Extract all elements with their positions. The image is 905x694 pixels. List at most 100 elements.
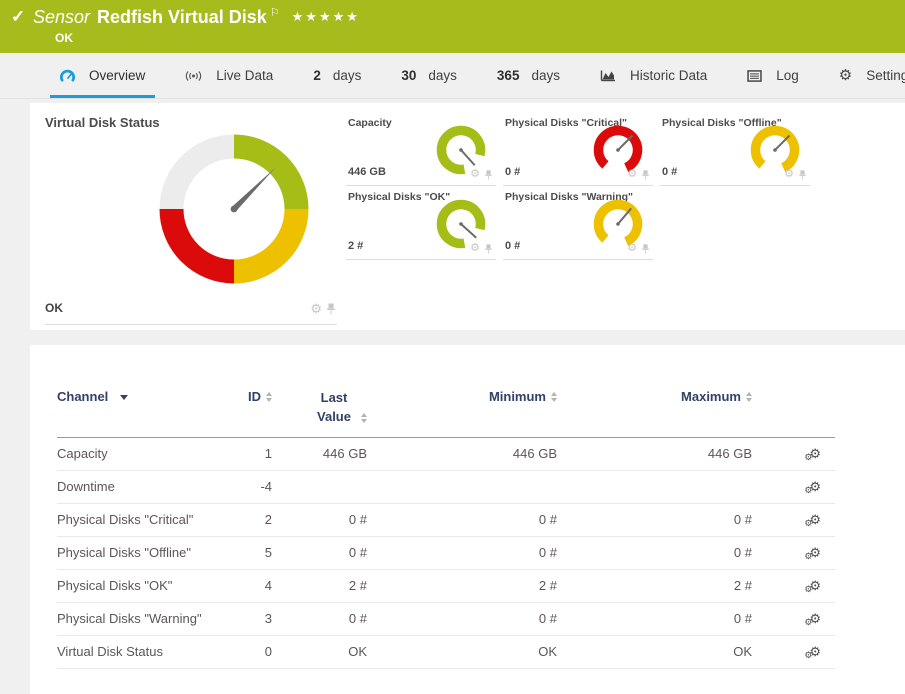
tab-settings[interactable]: ⚙ Settings [819, 53, 905, 98]
channel-maximum: 0 # [557, 536, 752, 569]
channel-settings-icon[interactable]: ⚙⚙ [809, 645, 821, 658]
tab-label: 2 [313, 68, 321, 83]
tab-label: Settings [866, 68, 905, 83]
log-icon [747, 70, 762, 82]
channel-maximum [557, 470, 752, 503]
gear-icon: ⚙ [804, 519, 812, 528]
tab-label: days [428, 68, 457, 83]
channel-table-body: Capacity1446 GB446 GB446 GB⚙⚙Downtime-4⚙… [57, 437, 835, 668]
gauge-settings-gear-icon[interactable]: ⚙ [627, 169, 637, 180]
gear-icon: ⚙ [804, 453, 812, 462]
tab-365-days[interactable]: 365days [477, 53, 580, 98]
gauge-settings-gear-icon[interactable]: ⚙ [784, 169, 794, 180]
sort-icon [551, 392, 557, 402]
channel-minimum: 0 # [367, 503, 557, 536]
gauge-cell-disks-ok: Physical Disks "OK" 2 # ⚙ [346, 186, 496, 260]
sort-icon [746, 392, 752, 402]
channel-last-value: 0 # [272, 503, 367, 536]
gear-icon: ⚙ [804, 618, 812, 627]
sensor-status-header: ✓ SensorRedfish Virtual Disk⚐★★★★★ OK [0, 0, 905, 53]
column-header-last-value[interactable]: Last Value [272, 375, 367, 437]
big-gauge-value: OK [45, 301, 63, 315]
gauge-value: 0 # [505, 240, 520, 252]
channel-id: -4 [227, 470, 272, 503]
table-row[interactable]: Capacity1446 GB446 GB446 GB⚙⚙ [57, 437, 835, 470]
channel-table-panel: Channel ID Last Value Minimum Maximum [30, 345, 905, 694]
pin-icon[interactable] [327, 303, 335, 315]
tab-2-days[interactable]: 2days [293, 53, 381, 98]
table-row[interactable]: Physical Disks "OK"42 #2 #2 #⚙⚙ [57, 569, 835, 602]
channel-id: 1 [227, 437, 272, 470]
channel-id: 4 [227, 569, 272, 602]
channel-name[interactable]: Downtime [57, 470, 227, 503]
channel-minimum: OK [367, 635, 557, 668]
gauge-value: 0 # [505, 166, 520, 178]
column-header-minimum[interactable]: Minimum [367, 375, 557, 437]
channel-name[interactable]: Physical Disks "Critical" [57, 503, 227, 536]
tab-historic-data[interactable]: Historic Data [580, 53, 727, 98]
tab-live-data[interactable]: Live Data [165, 53, 293, 98]
channel-minimum: 0 # [367, 602, 557, 635]
channel-id: 3 [227, 602, 272, 635]
gauge-settings-gear-icon[interactable]: ⚙ [470, 243, 480, 254]
tab-label: Live Data [216, 68, 273, 83]
column-header-maximum[interactable]: Maximum [557, 375, 752, 437]
table-row[interactable]: Virtual Disk Status0OKOKOK⚙⚙ [57, 635, 835, 668]
pin-icon[interactable] [485, 170, 492, 180]
broadcast-icon [185, 70, 202, 82]
gauge-icon [60, 69, 75, 82]
sensor-title-line: SensorRedfish Virtual Disk⚐★★★★★ [33, 6, 360, 28]
sort-icon [361, 413, 367, 423]
pin-icon[interactable] [485, 244, 492, 254]
channel-settings-icon[interactable]: ⚙⚙ [809, 579, 821, 592]
channel-id: 2 [227, 503, 272, 536]
flag-icon[interactable]: ⚐ [270, 7, 280, 19]
tab-log[interactable]: Log [727, 53, 819, 98]
tab-overview[interactable]: Overview [40, 53, 165, 98]
sort-caret-icon [120, 395, 128, 400]
channel-last-value: OK [272, 635, 367, 668]
channel-last-value: 2 # [272, 569, 367, 602]
pin-icon[interactable] [799, 170, 806, 180]
channel-name[interactable]: Physical Disks "Warning" [57, 602, 227, 635]
column-header-id[interactable]: ID [227, 375, 272, 437]
status-badge: OK [55, 31, 73, 45]
channel-settings-icon[interactable]: ⚙⚙ [809, 513, 821, 526]
small-gauges-grid: Capacity 446 GB ⚙ Physical Disks "Critic… [346, 112, 810, 260]
gauge-settings-gear-icon[interactable]: ⚙ [310, 302, 322, 315]
table-row[interactable]: Physical Disks "Offline"50 #0 #0 #⚙⚙ [57, 536, 835, 569]
channel-maximum: 2 # [557, 569, 752, 602]
column-header-channel[interactable]: Channel [57, 375, 227, 437]
sort-icon [266, 392, 272, 402]
priority-stars[interactable]: ★★★★★ [292, 9, 360, 25]
channel-settings-icon[interactable]: ⚙⚙ [809, 612, 821, 625]
tab-30-days[interactable]: 30days [381, 53, 477, 98]
gauge-cell-capacity: Capacity 446 GB ⚙ [346, 112, 496, 186]
channel-settings-icon[interactable]: ⚙⚙ [809, 447, 821, 460]
channel-name[interactable]: Physical Disks "OK" [57, 569, 227, 602]
channel-minimum: 2 # [367, 569, 557, 602]
gauge-value: 2 # [348, 240, 363, 252]
pin-icon[interactable] [642, 170, 649, 180]
table-row[interactable]: Physical Disks "Warning"30 #0 #0 #⚙⚙ [57, 602, 835, 635]
channel-name[interactable]: Virtual Disk Status [57, 635, 227, 668]
table-row[interactable]: Downtime-4 ⚙⚙ [57, 470, 835, 503]
gauge-settings-gear-icon[interactable]: ⚙ [470, 169, 480, 180]
channel-name[interactable]: Capacity [57, 437, 227, 470]
chart-icon [600, 69, 616, 82]
channel-last-value: 446 GB [272, 437, 367, 470]
channel-settings-icon[interactable]: ⚙⚙ [809, 546, 821, 559]
table-row[interactable]: Physical Disks "Critical"20 #0 #0 #⚙⚙ [57, 503, 835, 536]
gauge-label: Capacity [348, 117, 392, 129]
tab-bar: Overview Live Data 2days 30days 365days [0, 53, 905, 99]
pin-icon[interactable] [642, 244, 649, 254]
column-header-actions [752, 375, 835, 437]
channel-last-value [272, 470, 367, 503]
channel-name[interactable]: Physical Disks "Offline" [57, 536, 227, 569]
gear-icon: ⚙ [804, 585, 812, 594]
channel-id: 5 [227, 536, 272, 569]
channel-settings-icon[interactable]: ⚙⚙ [809, 480, 821, 493]
gauge-value: 446 GB [348, 166, 386, 178]
gauge-settings-gear-icon[interactable]: ⚙ [627, 243, 637, 254]
tab-label: 365 [497, 68, 520, 83]
